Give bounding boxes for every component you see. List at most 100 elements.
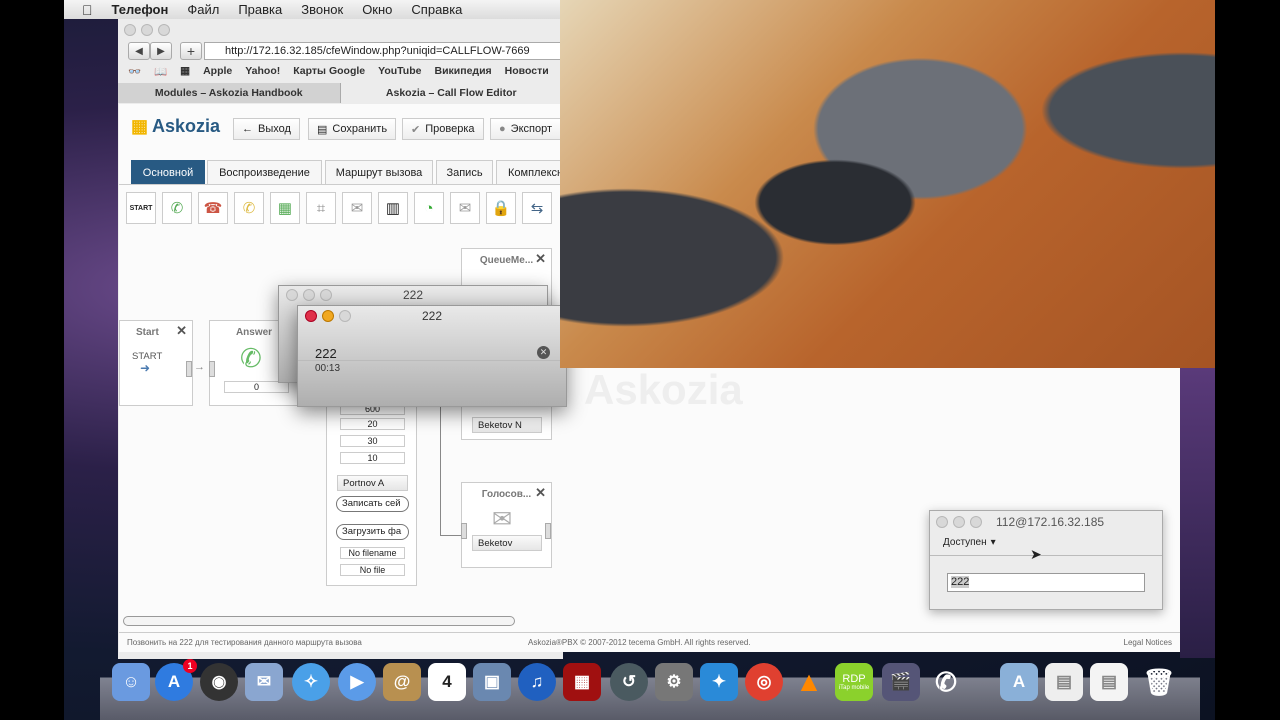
hangup-close-icon[interactable]: ✕	[537, 346, 550, 359]
minimize-button[interactable]	[141, 24, 153, 36]
agent-select[interactable]: Portnov A	[337, 475, 408, 491]
facetime-icon[interactable]: ▶	[338, 663, 376, 701]
call-window: 222 222 00:13 ✕	[297, 305, 567, 407]
menu-help[interactable]: Справка	[411, 2, 462, 17]
close-icon[interactable]: ✕	[176, 323, 187, 339]
zoom-button[interactable]	[970, 516, 982, 528]
twitter-icon[interactable]: ✦	[700, 663, 738, 701]
bookmark-maps[interactable]: Карты Google	[293, 65, 365, 78]
applications-folder-icon[interactable]: A	[1000, 663, 1038, 701]
bookmark-apple[interactable]: Apple	[203, 65, 232, 78]
tab-basic[interactable]: Основной	[131, 160, 205, 184]
tab-complex[interactable]: Комплексн	[496, 160, 563, 184]
url-input[interactable]: http://172.16.32.185/cfeWindow.php?uniqi…	[204, 42, 564, 60]
legal-notices-link[interactable]: Legal Notices	[1124, 638, 1172, 647]
tool-voicemail-icon[interactable]: ✉	[342, 192, 372, 224]
bookmarks-icon[interactable]: 📖	[154, 65, 167, 78]
upload-file-button[interactable]: Загрузить фа	[336, 524, 409, 540]
minimize-button[interactable]	[953, 516, 965, 528]
time-machine-icon[interactable]: ↺	[610, 663, 648, 701]
tool-hangup-icon[interactable]: ☎	[198, 192, 228, 224]
tab-call-route[interactable]: Маршрут вызова	[325, 160, 433, 184]
record-button[interactable]: Записать сей	[336, 496, 409, 512]
divider	[119, 184, 564, 185]
save-icon: ▤	[317, 123, 328, 136]
close-icon[interactable]: ✕	[535, 251, 546, 267]
export-button[interactable]: ● Экспорт	[490, 118, 562, 140]
imovie-icon[interactable]: 🎬	[882, 663, 920, 701]
node-voicemail[interactable]: Голосов... ✕ ✉ Beketov	[461, 482, 552, 568]
close-button[interactable]	[936, 516, 948, 528]
tab-record[interactable]: Запись	[436, 160, 493, 184]
photo-booth-icon[interactable]: ▦	[563, 663, 601, 701]
bookmark-yahoo[interactable]: Yahoo!	[245, 65, 280, 78]
back-button[interactable]: ◀	[128, 42, 150, 60]
tool-transfer-icon[interactable]: ⇆	[522, 192, 552, 224]
tool-time-icon[interactable]: ◔	[414, 192, 444, 224]
downloads-stack-icon[interactable]: ▤	[1045, 663, 1083, 701]
vlc-icon[interactable]: ▲	[790, 663, 828, 701]
tab-handbook[interactable]: Modules – Askozia Handbook	[118, 83, 341, 103]
add-bookmark-button[interactable]: +	[180, 42, 202, 60]
tool-music-icon[interactable]: ▥	[378, 192, 408, 224]
close-button[interactable]	[124, 24, 136, 36]
tool-dial-icon[interactable]: ▦	[270, 192, 300, 224]
menubar:  Телефон Файл Правка Звонок Окно Справк…	[64, 0, 564, 19]
save-button[interactable]: ▤ Сохранить	[308, 118, 397, 140]
sip-account-window: 112@172.16.32.185 Доступен ▾ 222 ➤	[929, 510, 1163, 610]
bookmark-wikipedia[interactable]: Википедия	[434, 65, 491, 78]
tool-email-icon[interactable]: ✉	[450, 192, 480, 224]
menu-window[interactable]: Окно	[362, 2, 392, 17]
input-port[interactable]	[461, 523, 467, 539]
bookmark-news[interactable]: Новости	[505, 65, 549, 78]
tab-playback[interactable]: Воспроизведение	[207, 160, 322, 184]
horizontal-scrollbar[interactable]	[123, 616, 515, 626]
tool-ringing-icon[interactable]: ✆	[234, 192, 264, 224]
dial-input[interactable]: 222	[947, 573, 1145, 592]
tool-start-icon[interactable]: START	[126, 192, 156, 224]
tool-answer-icon[interactable]: ✆	[162, 192, 192, 224]
system-preferences-icon[interactable]: ⚙	[655, 663, 693, 701]
watermark: Askozia	[584, 366, 743, 413]
apple-menu-icon[interactable]: 	[82, 2, 93, 18]
tool-keypad-icon[interactable]: ⌗	[306, 192, 336, 224]
browser-tabs: Modules – Askozia Handbook Askozia – Cal…	[118, 83, 563, 103]
check-icon: ✔	[411, 123, 421, 136]
menu-app[interactable]: Телефон	[112, 2, 169, 17]
app-store-icon[interactable]: A1	[155, 659, 197, 701]
chrome-icon[interactable]: ◎	[745, 663, 783, 701]
node-queue-settings[interactable]: 600 20 30 10 Portnov A Записать сей Загр…	[326, 400, 417, 586]
menu-file[interactable]: Файл	[187, 2, 219, 17]
safari-icon[interactable]: ✧	[292, 663, 330, 701]
itunes-icon[interactable]: ♫	[518, 663, 556, 701]
voicemail-select[interactable]: Beketov	[472, 535, 542, 551]
exit-button[interactable]: ← Выход	[233, 118, 300, 140]
dashboard-icon[interactable]: ◉	[200, 663, 238, 701]
trash-icon[interactable]: 🗑	[1140, 663, 1178, 701]
documents-stack-icon[interactable]: ▤	[1090, 663, 1128, 701]
mail-icon[interactable]: ✉	[245, 663, 283, 701]
close-icon[interactable]: ✕	[535, 485, 546, 501]
input-port[interactable]	[209, 361, 215, 377]
calendar-icon[interactable]: 4	[428, 663, 466, 701]
finder-icon[interactable]: ☺	[112, 663, 150, 701]
check-button[interactable]: ✔ Проверка	[402, 118, 484, 140]
reading-list-icon[interactable]: 👓	[128, 65, 141, 78]
queue-select[interactable]: Beketov N	[472, 417, 542, 433]
menu-edit[interactable]: Правка	[238, 2, 282, 17]
telephone-app-icon[interactable]: ✆	[927, 663, 965, 701]
node-start[interactable]: Start ✕ START ➜	[119, 320, 193, 406]
zoom-button[interactable]	[158, 24, 170, 36]
output-port[interactable]	[545, 523, 551, 539]
top-sites-icon[interactable]: ▦	[180, 65, 190, 78]
status-dropdown[interactable]: Доступен ▾	[943, 537, 996, 548]
tool-lock-icon[interactable]: 🔒	[486, 192, 516, 224]
output-port[interactable]	[186, 361, 192, 377]
rdp-icon[interactable]: RDP iTap mobile	[835, 663, 873, 701]
tab-call-flow-editor[interactable]: Askozia – Call Flow Editor	[341, 83, 563, 103]
iphoto-icon[interactable]: ▣	[473, 663, 511, 701]
bookmark-youtube[interactable]: YouTube	[378, 65, 421, 78]
forward-button[interactable]: ▶	[150, 42, 172, 60]
menu-call[interactable]: Звонок	[301, 2, 343, 17]
contacts-icon[interactable]: @	[383, 663, 421, 701]
